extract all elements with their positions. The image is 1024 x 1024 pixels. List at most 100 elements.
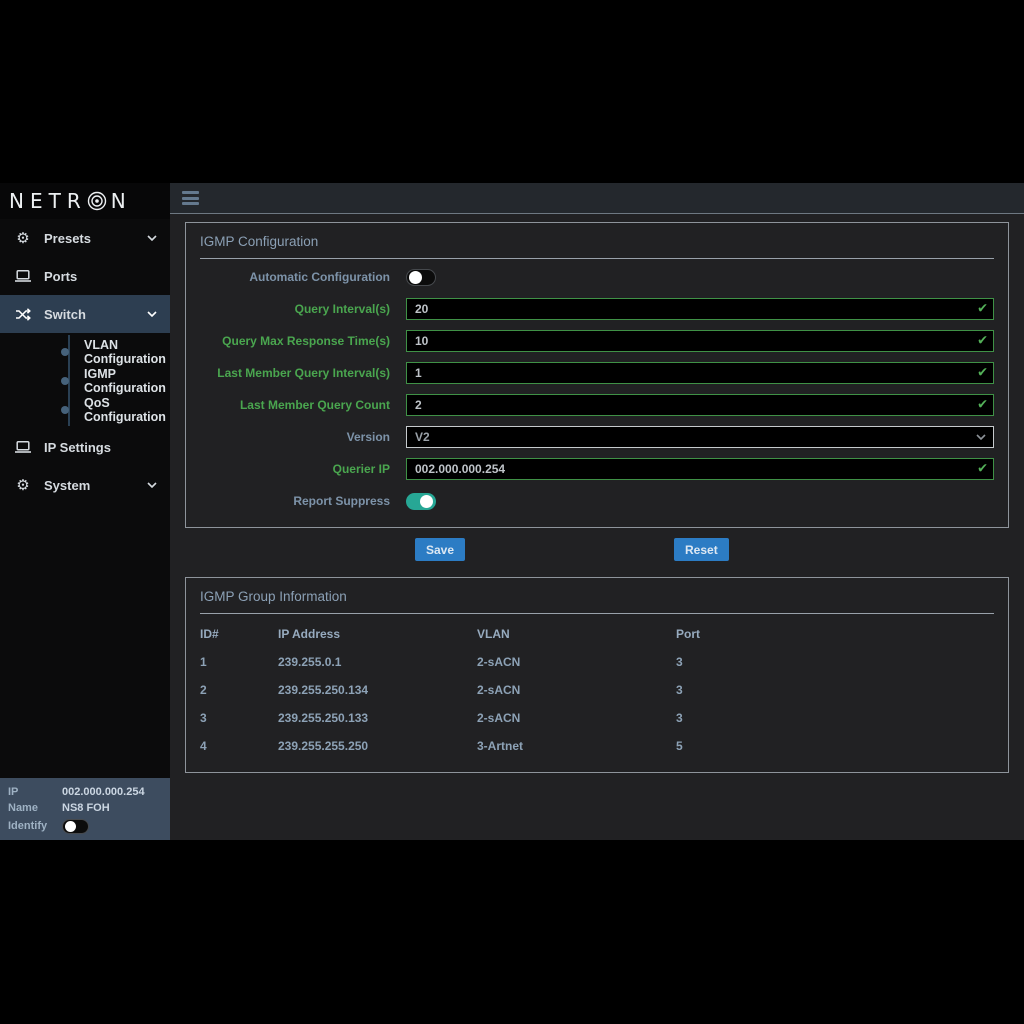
sidebar-subitem-label: QoS Configuration: [84, 396, 170, 424]
querier-ip-label: Querier IP: [200, 462, 390, 476]
query-interval-label: Query Interval(s): [200, 302, 390, 316]
bullet-icon: [61, 377, 69, 385]
sidebar-item-label: System: [44, 478, 90, 493]
form-row-querier-ip: Querier IP ✔: [200, 453, 994, 485]
query-max-response-input[interactable]: [406, 330, 994, 352]
last-member-query-count-control: ✔: [406, 394, 994, 416]
valid-check-icon: ✔: [977, 463, 988, 476]
cell-vlan: 2-sACN: [477, 683, 676, 697]
panel-title: IGMP Configuration: [186, 223, 1008, 258]
chevron-down-icon: [976, 434, 986, 440]
sidebar-subitem-qos-configuration[interactable]: QoS Configuration: [0, 395, 170, 424]
sidebar-subitem-igmp-configuration[interactable]: IGMP Configuration: [0, 366, 170, 395]
cell-ip-address: 239.255.250.133: [278, 711, 477, 725]
switch-submenu: VLAN Configuration IGMP Configuration Qo…: [0, 333, 170, 428]
form-row-query-interval: Query Interval(s) ✔: [200, 293, 994, 325]
valid-check-icon: ✔: [977, 335, 988, 348]
column-header-port: Port: [676, 627, 994, 641]
device-identify-row: Identify: [8, 818, 162, 834]
query-max-response-control: ✔: [406, 330, 994, 352]
last-member-query-interval-label: Last Member Query Interval(s): [200, 366, 390, 380]
column-header-ip-address: IP Address: [278, 627, 477, 641]
shuffle-icon: [14, 308, 32, 321]
cell-id: 4: [200, 739, 278, 753]
sidebar-item-switch[interactable]: Switch: [0, 295, 170, 333]
sidebar-item-label: Switch: [44, 307, 86, 322]
sidebar-item-system[interactable]: ⚙ System: [0, 466, 170, 504]
gear-icon: ⚙: [14, 476, 32, 494]
last-member-query-count-label: Last Member Query Count: [200, 398, 390, 412]
form-row-version: Version V2: [200, 421, 994, 453]
sidebar-item-presets[interactable]: ⚙ Presets: [0, 219, 170, 257]
cell-port: 3: [676, 655, 994, 669]
last-member-query-interval-input[interactable]: [406, 362, 994, 384]
reset-button[interactable]: Reset: [674, 538, 729, 561]
query-interval-control: ✔: [406, 298, 994, 320]
identify-toggle[interactable]: [62, 819, 89, 834]
automatic-configuration-toggle[interactable]: [406, 269, 436, 286]
device-info-panel: IP 002.000.000.254 Name NS8 FOH Identify: [0, 778, 170, 840]
hamburger-menu-icon[interactable]: [182, 189, 199, 208]
gear-icon: ⚙: [14, 229, 32, 247]
laptop-icon: [14, 270, 32, 282]
cell-vlan: 2-sACN: [477, 655, 676, 669]
sidebar-item-ports[interactable]: Ports: [0, 257, 170, 295]
save-button[interactable]: Save: [415, 538, 465, 561]
valid-check-icon: ✔: [977, 367, 988, 380]
device-name-label: Name: [8, 802, 62, 814]
sidebar-subitem-label: IGMP Configuration: [84, 367, 170, 395]
page: NETR N ⚙ Presets Ports: [0, 0, 1024, 1024]
column-header-id: ID#: [200, 627, 278, 641]
table-row: 3 239.255.250.133 2-sACN 3: [200, 704, 994, 732]
form-row-query-max-response: Query Max Response Time(s) ✔: [200, 325, 994, 357]
device-identify-label: Identify: [8, 820, 62, 832]
igmp-configuration-panel: IGMP Configuration Automatic Configurati…: [185, 222, 1009, 528]
toggle-knob: [409, 271, 422, 284]
version-selected-value: V2: [415, 430, 430, 444]
chevron-down-icon: [147, 482, 157, 488]
cell-port: 3: [676, 711, 994, 725]
chevron-down-icon: [147, 235, 157, 241]
logo-target-icon: [86, 190, 108, 212]
report-suppress-toggle[interactable]: [406, 493, 436, 510]
action-buttons-row: Save Reset: [185, 538, 1009, 561]
toggle-knob: [65, 821, 76, 832]
netron-logo: NETR N: [0, 183, 170, 219]
bullet-icon: [61, 348, 69, 356]
sidebar: NETR N ⚙ Presets Ports: [0, 183, 170, 840]
cell-id: 3: [200, 711, 278, 725]
cell-ip-address: 239.255.250.134: [278, 683, 477, 697]
sidebar-item-ip-settings[interactable]: IP Settings: [0, 428, 170, 466]
column-header-vlan: VLAN: [477, 627, 676, 641]
device-name-row: Name NS8 FOH: [8, 800, 162, 816]
valid-check-icon: ✔: [977, 399, 988, 412]
igmp-config-form: Automatic Configuration Query Interval(s…: [186, 259, 1008, 527]
sidebar-item-label: IP Settings: [44, 440, 111, 455]
version-select[interactable]: V2: [406, 426, 994, 448]
querier-ip-control: ✔: [406, 458, 994, 480]
device-ip-value: 002.000.000.254: [62, 786, 145, 798]
form-row-last-member-query-interval: Last Member Query Interval(s) ✔: [200, 357, 994, 389]
table-header-row: ID# IP Address VLAN Port: [200, 620, 994, 648]
query-max-response-label: Query Max Response Time(s): [200, 334, 390, 348]
main-area: IGMP Configuration Automatic Configurati…: [170, 183, 1024, 840]
table-row: 2 239.255.250.134 2-sACN 3: [200, 676, 994, 704]
query-interval-input[interactable]: [406, 298, 994, 320]
device-ip-label: IP: [8, 786, 62, 798]
logo-text-left: NETR: [9, 189, 87, 213]
version-label: Version: [200, 430, 390, 444]
app-window: NETR N ⚙ Presets Ports: [0, 183, 1024, 840]
sidebar-subitem-vlan-configuration[interactable]: VLAN Configuration: [0, 337, 170, 366]
form-row-automatic-configuration: Automatic Configuration: [200, 261, 994, 293]
cell-port: 3: [676, 683, 994, 697]
sidebar-subitem-label: VLAN Configuration: [84, 338, 170, 366]
sidebar-item-label: Ports: [44, 269, 77, 284]
querier-ip-input[interactable]: [406, 458, 994, 480]
cell-id: 1: [200, 655, 278, 669]
chevron-down-icon: [147, 311, 157, 317]
last-member-query-count-input[interactable]: [406, 394, 994, 416]
cell-port: 5: [676, 739, 994, 753]
bullet-icon: [61, 406, 69, 414]
device-name-value: NS8 FOH: [62, 802, 110, 814]
form-row-report-suppress: Report Suppress: [200, 485, 994, 517]
